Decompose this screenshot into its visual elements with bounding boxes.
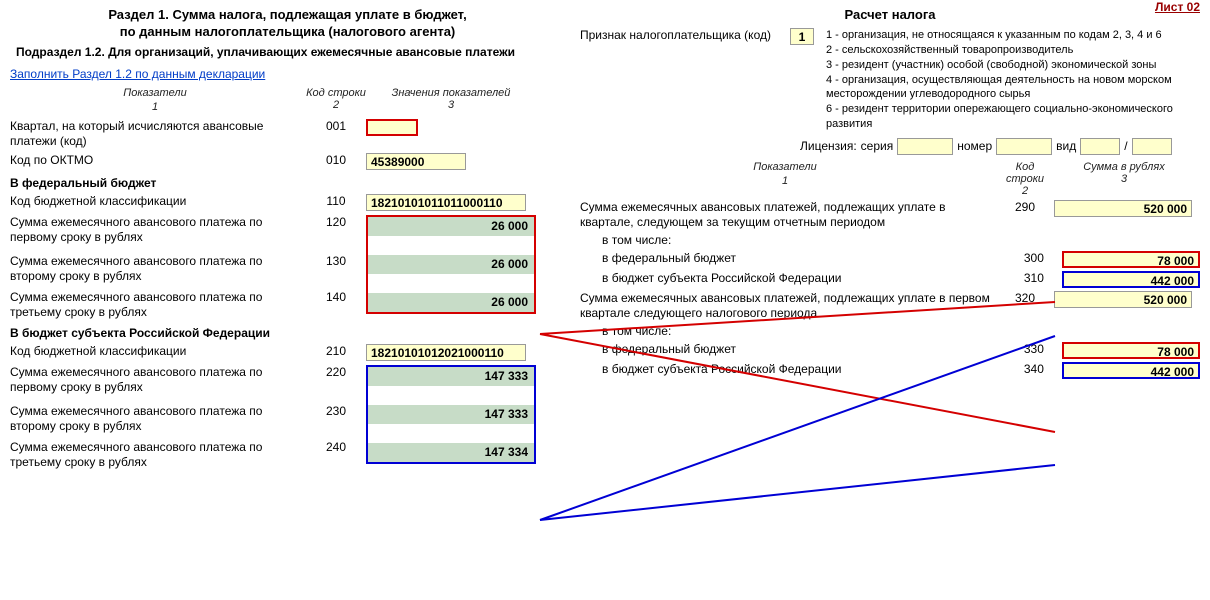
label-340: в бюджет субъекта Российской Федерации: [580, 362, 1006, 377]
code-120: 120: [306, 215, 366, 229]
lic-serie-label: серия: [861, 139, 894, 153]
subsection-title: Подраздел 1.2. Для организаций, уплачива…: [16, 45, 565, 59]
input-330[interactable]: 78 000: [1062, 342, 1200, 359]
col-pokazateli: Показатели: [123, 87, 187, 99]
val-240: 147 334: [368, 443, 534, 462]
input-290[interactable]: 520 000: [1054, 200, 1192, 217]
label-330: в федеральный бюджет: [580, 342, 1006, 357]
label-300: в федеральный бюджет: [580, 251, 1006, 266]
input-110[interactable]: 18210101011011000110: [366, 194, 526, 211]
left-panel: Раздел 1. Сумма налога, подлежащая уплат…: [10, 5, 565, 474]
code-110: 110: [306, 194, 366, 208]
code-140: 140: [306, 290, 366, 304]
label-210: Код бюджетной классификации: [10, 344, 306, 359]
section-title-2: по данным налогоплательщика (налогового …: [10, 24, 565, 39]
code-desc-1: 1 - организация, не относящаяся к указан…: [826, 28, 1196, 43]
label-001: Квартал, на который исчисляются авансовы…: [10, 119, 306, 149]
code-010: 010: [306, 153, 366, 167]
label-130: Сумма ежемесячного авансового платежа по…: [10, 254, 306, 284]
lic-label: Лицензия:: [800, 139, 857, 153]
label-310: в бюджет субъекта Российской Федерации: [580, 271, 1006, 286]
code-desc-4: 4 - организация, осуществляющая деятельн…: [826, 73, 1196, 103]
right-panel: Расчет налога Признак налогоплательщика …: [580, 5, 1200, 382]
label-240: Сумма ежемесячного авансового платежа по…: [10, 440, 306, 470]
val-130: 26 000: [368, 255, 534, 274]
input-001[interactable]: [366, 119, 418, 136]
incl-label-2: в том числе:: [580, 324, 1018, 339]
lic-num-label: номер: [957, 139, 992, 153]
lic-vid1-input[interactable]: [1080, 138, 1120, 155]
input-310[interactable]: 442 000: [1062, 271, 1200, 288]
code-210: 210: [306, 344, 366, 358]
priz-input[interactable]: 1: [790, 28, 814, 45]
input-010[interactable]: 45389000: [366, 153, 466, 170]
code-130: 130: [306, 254, 366, 268]
val-120: 26 000: [368, 217, 534, 236]
label-140: Сумма ежемесячного авансового платежа по…: [10, 290, 306, 320]
label-110: Код бюджетной классификации: [10, 194, 306, 209]
lic-vid-label: вид: [1056, 139, 1076, 153]
label-010: Код по ОКТМО: [10, 153, 306, 168]
col-kod-stroki: Код строки: [306, 87, 366, 99]
section-title-1: Раздел 1. Сумма налога, подлежащая уплат…: [10, 7, 565, 22]
code-320: 320: [996, 291, 1054, 305]
code-300: 300: [1006, 251, 1062, 265]
input-300[interactable]: 78 000: [1062, 251, 1200, 268]
val-230: 147 333: [368, 405, 534, 424]
fill-link[interactable]: Заполнить Раздел 1.2 по данным деклараци…: [10, 67, 265, 81]
code-desc-3: 3 - резидент (участник) особой (свободно…: [826, 58, 1196, 73]
input-320[interactable]: 520 000: [1054, 291, 1192, 308]
label-230: Сумма ежемесячного авансового платежа по…: [10, 404, 306, 434]
code-220: 220: [306, 365, 366, 379]
col-znacheniya: Значения показателей: [392, 87, 511, 99]
input-210[interactable]: 18210101012021000110: [366, 344, 526, 361]
input-340[interactable]: 442 000: [1062, 362, 1200, 379]
code-240: 240: [306, 440, 366, 454]
code-desc-2: 2 - сельскохозяйственный товаропроизводи…: [826, 43, 1196, 58]
label-120: Сумма ежемесячного авансового платежа по…: [10, 215, 306, 245]
subj-budget-title: В бюджет субъекта Российской Федерации: [10, 326, 565, 340]
lic-serie-input[interactable]: [897, 138, 953, 155]
label-320: Сумма ежемесячных авансовых платежей, по…: [580, 291, 996, 321]
priz-label: Признак налогоплательщика (код): [580, 28, 790, 42]
code-desc-6: 6 - резидент территории опережающего соц…: [826, 102, 1196, 132]
code-330: 330: [1006, 342, 1062, 356]
code-001: 001: [306, 119, 366, 133]
val-220: 147 333: [368, 367, 534, 386]
lic-num-input[interactable]: [996, 138, 1052, 155]
label-290: Сумма ежемесячных авансовых платежей, по…: [580, 200, 996, 230]
val-140: 26 000: [368, 293, 534, 312]
incl-label-1: в том числе:: [580, 233, 1018, 248]
lic-slash: /: [1124, 139, 1127, 153]
code-290: 290: [996, 200, 1054, 214]
label-220: Сумма ежемесячного авансового платежа по…: [10, 365, 306, 395]
lic-vid2-input[interactable]: [1132, 138, 1172, 155]
calc-title: Расчет налога: [580, 7, 1200, 22]
code-230: 230: [306, 404, 366, 418]
fed-budget-title: В федеральный бюджет: [10, 176, 565, 190]
code-310: 310: [1006, 271, 1062, 285]
code-340: 340: [1006, 362, 1062, 376]
